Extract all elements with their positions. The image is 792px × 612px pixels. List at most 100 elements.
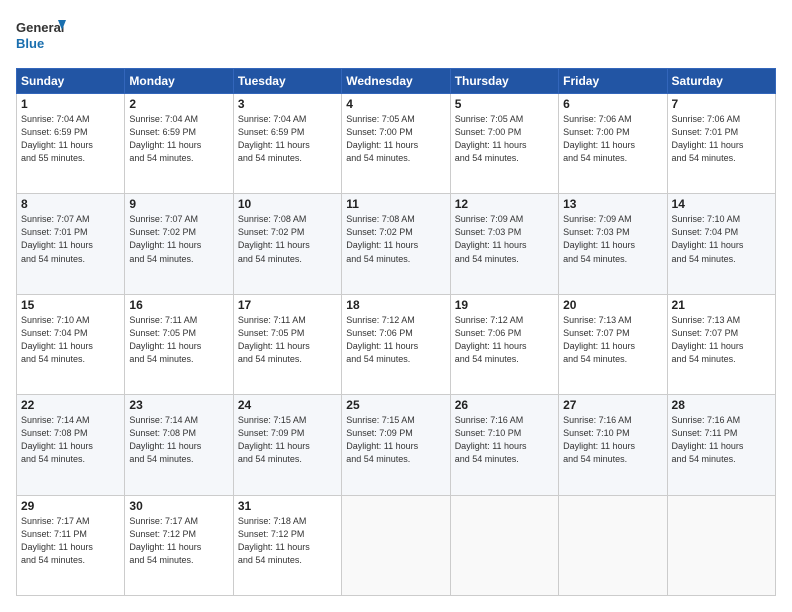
day-number: 25 <box>346 398 445 412</box>
day-number: 19 <box>455 298 554 312</box>
day-number: 14 <box>672 197 771 211</box>
calendar-cell: 6Sunrise: 7:06 AMSunset: 7:00 PMDaylight… <box>559 94 667 194</box>
day-info: Sunrise: 7:11 AMSunset: 7:05 PMDaylight:… <box>129 314 228 366</box>
page: General Blue SundayMondayTuesdayWednesda… <box>0 0 792 612</box>
week-row-2: 8Sunrise: 7:07 AMSunset: 7:01 PMDaylight… <box>17 194 776 294</box>
calendar-cell <box>559 495 667 595</box>
calendar-cell: 24 Sunrise: 7:15 AMSunset: 7:09 PMDayligh… <box>233 395 341 495</box>
calendar-cell: 1 Sunrise: 7:04 AMSunset: 6:59 PMDaylight… <box>17 94 125 194</box>
weekday-header-friday: Friday <box>559 69 667 94</box>
week-row-5: 29Sunrise: 7:17 AMSunset: 7:11 PMDayligh… <box>17 495 776 595</box>
calendar-cell: 15 Sunrise: 7:10 AMSunset: 7:04 PMDayligh… <box>17 294 125 394</box>
calendar-cell: 28 Sunrise: 7:16 AMSunset: 7:11 PMDayligh… <box>667 395 775 495</box>
calendar-cell: 22 Sunrise: 7:14 AMSunset: 7:08 PMDayligh… <box>17 395 125 495</box>
day-number: 15 <box>21 298 120 312</box>
day-number: 9 <box>129 197 228 211</box>
day-info: Sunrise: 7:15 AMSunset: 7:09 PMDaylight:… <box>346 414 445 466</box>
day-number: 4 <box>346 97 445 111</box>
day-info: Sunrise: 7:16 AMSunset: 7:10 PMDaylight:… <box>563 414 662 466</box>
day-number: 30 <box>129 499 228 513</box>
day-info: Sunrise: 7:08 AMSunset: 7:02 PMDaylight:… <box>346 213 445 265</box>
day-info: Sunrise: 7:17 AMSunset: 7:12 PMDaylight:… <box>129 515 228 567</box>
calendar-cell: 29Sunrise: 7:17 AMSunset: 7:11 PMDayligh… <box>17 495 125 595</box>
day-number: 22 <box>21 398 120 412</box>
day-info: Sunrise: 7:16 AMSunset: 7:11 PMDaylight:… <box>672 414 771 466</box>
day-number: 23 <box>129 398 228 412</box>
header: General Blue <box>16 16 776 58</box>
weekday-header-thursday: Thursday <box>450 69 558 94</box>
calendar-cell: 14Sunrise: 7:10 AMSunset: 7:04 PMDayligh… <box>667 194 775 294</box>
day-number: 28 <box>672 398 771 412</box>
day-info: Sunrise: 7:14 AMSunset: 7:08 PMDaylight:… <box>21 414 120 466</box>
day-info: Sunrise: 7:06 AMSunset: 7:00 PMDaylight:… <box>563 113 662 165</box>
day-number: 31 <box>238 499 337 513</box>
day-info: Sunrise: 7:10 AMSunset: 7:04 PMDaylight:… <box>21 314 120 366</box>
day-number: 10 <box>238 197 337 211</box>
calendar-cell: 12 Sunrise: 7:09 AMSunset: 7:03 PMDayligh… <box>450 194 558 294</box>
calendar-cell: 31 Sunrise: 7:18 AMSunset: 7:12 PMDayligh… <box>233 495 341 595</box>
calendar-cell: 16 Sunrise: 7:11 AMSunset: 7:05 PMDayligh… <box>125 294 233 394</box>
day-info: Sunrise: 7:04 AMSunset: 6:59 PMDaylight:… <box>238 113 337 165</box>
calendar-cell: 17 Sunrise: 7:11 AMSunset: 7:05 PMDayligh… <box>233 294 341 394</box>
weekday-header-row: SundayMondayTuesdayWednesdayThursdayFrid… <box>17 69 776 94</box>
calendar-table: SundayMondayTuesdayWednesdayThursdayFrid… <box>16 68 776 596</box>
day-number: 5 <box>455 97 554 111</box>
calendar-cell <box>667 495 775 595</box>
day-info: Sunrise: 7:17 AMSunset: 7:11 PMDaylight:… <box>21 515 120 567</box>
day-info: Sunrise: 7:04 AMSunset: 6:59 PMDaylight:… <box>21 113 120 165</box>
calendar-cell: 13 Sunrise: 7:09 AMSunset: 7:03 PMDayligh… <box>559 194 667 294</box>
week-row-3: 15 Sunrise: 7:10 AMSunset: 7:04 PMDayligh… <box>17 294 776 394</box>
day-info: Sunrise: 7:12 AMSunset: 7:06 PMDaylight:… <box>455 314 554 366</box>
day-number: 27 <box>563 398 662 412</box>
day-info: Sunrise: 7:05 AMSunset: 7:00 PMDaylight:… <box>455 113 554 165</box>
day-info: Sunrise: 7:06 AMSunset: 7:01 PMDaylight:… <box>672 113 771 165</box>
weekday-header-monday: Monday <box>125 69 233 94</box>
day-info: Sunrise: 7:13 AMSunset: 7:07 PMDaylight:… <box>563 314 662 366</box>
calendar-cell <box>450 495 558 595</box>
calendar-cell: 2Sunrise: 7:04 AMSunset: 6:59 PMDaylight… <box>125 94 233 194</box>
day-number: 26 <box>455 398 554 412</box>
calendar-cell: 10 Sunrise: 7:08 AMSunset: 7:02 PMDayligh… <box>233 194 341 294</box>
calendar-cell: 30 Sunrise: 7:17 AMSunset: 7:12 PMDayligh… <box>125 495 233 595</box>
calendar-cell: 26 Sunrise: 7:16 AMSunset: 7:10 PMDayligh… <box>450 395 558 495</box>
day-number: 13 <box>563 197 662 211</box>
day-number: 18 <box>346 298 445 312</box>
day-info: Sunrise: 7:07 AMSunset: 7:01 PMDaylight:… <box>21 213 120 265</box>
day-info: Sunrise: 7:08 AMSunset: 7:02 PMDaylight:… <box>238 213 337 265</box>
day-info: Sunrise: 7:14 AMSunset: 7:08 PMDaylight:… <box>129 414 228 466</box>
day-info: Sunrise: 7:09 AMSunset: 7:03 PMDaylight:… <box>455 213 554 265</box>
svg-text:General: General <box>16 20 64 35</box>
day-number: 24 <box>238 398 337 412</box>
day-info: Sunrise: 7:13 AMSunset: 7:07 PMDaylight:… <box>672 314 771 366</box>
day-number: 3 <box>238 97 337 111</box>
day-number: 7 <box>672 97 771 111</box>
day-info: Sunrise: 7:18 AMSunset: 7:12 PMDaylight:… <box>238 515 337 567</box>
day-info: Sunrise: 7:12 AMSunset: 7:06 PMDaylight:… <box>346 314 445 366</box>
day-number: 12 <box>455 197 554 211</box>
week-row-4: 22 Sunrise: 7:14 AMSunset: 7:08 PMDayligh… <box>17 395 776 495</box>
day-info: Sunrise: 7:15 AMSunset: 7:09 PMDaylight:… <box>238 414 337 466</box>
day-number: 17 <box>238 298 337 312</box>
weekday-header-sunday: Sunday <box>17 69 125 94</box>
weekday-header-wednesday: Wednesday <box>342 69 450 94</box>
calendar-cell: 8Sunrise: 7:07 AMSunset: 7:01 PMDaylight… <box>17 194 125 294</box>
logo-svg: General Blue <box>16 16 66 58</box>
calendar-cell: 7 Sunrise: 7:06 AMSunset: 7:01 PMDaylight… <box>667 94 775 194</box>
day-number: 1 <box>21 97 120 111</box>
day-number: 2 <box>129 97 228 111</box>
logo: General Blue <box>16 16 66 58</box>
calendar-cell: 11 Sunrise: 7:08 AMSunset: 7:02 PMDayligh… <box>342 194 450 294</box>
week-row-1: 1 Sunrise: 7:04 AMSunset: 6:59 PMDaylight… <box>17 94 776 194</box>
day-number: 11 <box>346 197 445 211</box>
weekday-header-saturday: Saturday <box>667 69 775 94</box>
day-number: 16 <box>129 298 228 312</box>
calendar-cell: 19 Sunrise: 7:12 AMSunset: 7:06 PMDayligh… <box>450 294 558 394</box>
calendar-cell: 18 Sunrise: 7:12 AMSunset: 7:06 PMDayligh… <box>342 294 450 394</box>
day-info: Sunrise: 7:09 AMSunset: 7:03 PMDaylight:… <box>563 213 662 265</box>
calendar-cell <box>342 495 450 595</box>
calendar-cell: 5 Sunrise: 7:05 AMSunset: 7:00 PMDaylight… <box>450 94 558 194</box>
day-info: Sunrise: 7:11 AMSunset: 7:05 PMDaylight:… <box>238 314 337 366</box>
calendar-cell: 23 Sunrise: 7:14 AMSunset: 7:08 PMDayligh… <box>125 395 233 495</box>
weekday-header-tuesday: Tuesday <box>233 69 341 94</box>
day-info: Sunrise: 7:16 AMSunset: 7:10 PMDaylight:… <box>455 414 554 466</box>
